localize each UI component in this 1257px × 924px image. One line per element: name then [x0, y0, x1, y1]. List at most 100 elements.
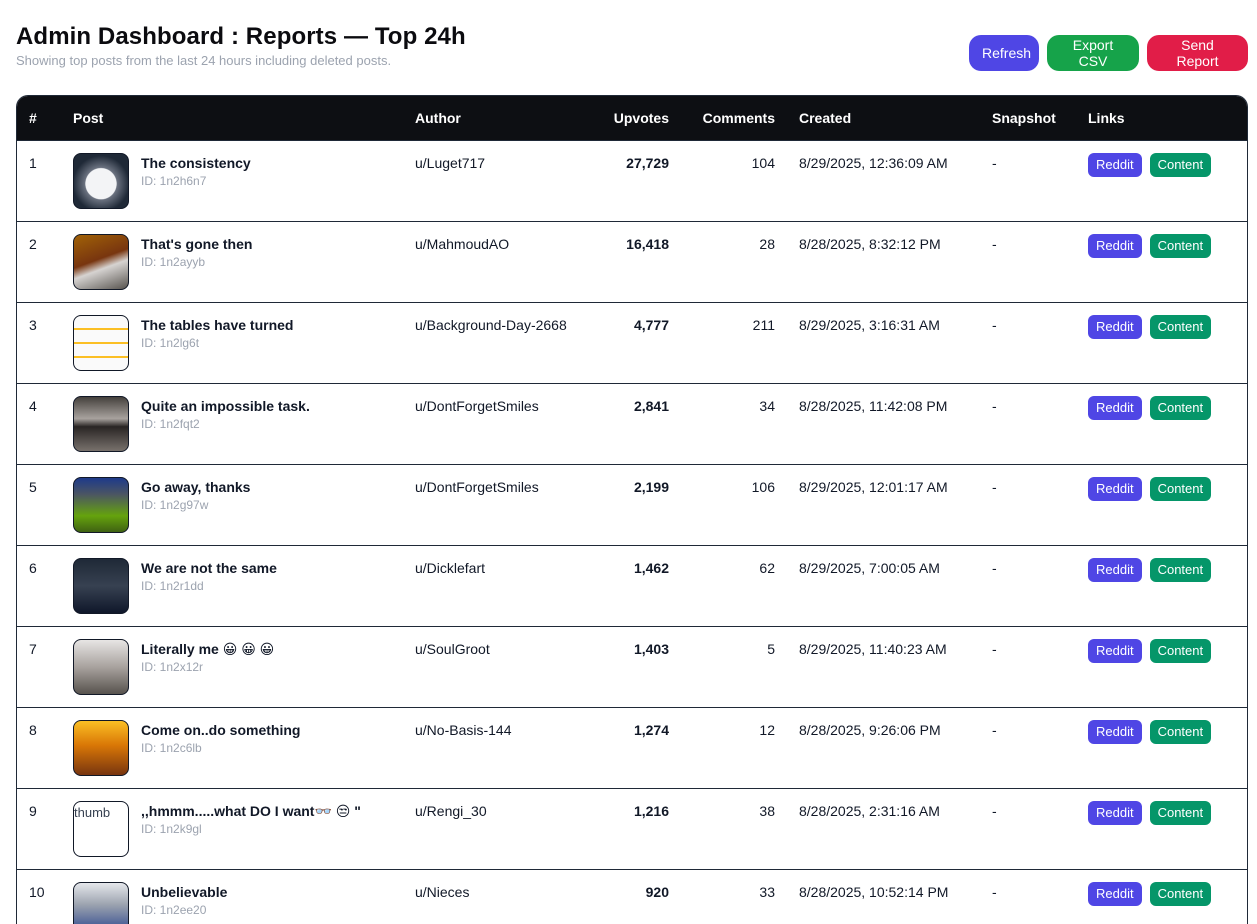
reddit-link-button[interactable]: Reddit [1088, 152, 1142, 177]
send-report-button[interactable]: Send Report [1147, 35, 1248, 71]
post-thumbnail-image[interactable] [73, 638, 129, 695]
upvotes-cell: 2,841 [633, 397, 669, 414]
snapshot-cell: - [992, 883, 997, 900]
comments-cell: 34 [759, 397, 775, 414]
reddit-link-button[interactable]: Reddit [1088, 233, 1142, 258]
post-id: ID: 1n2c6lb [141, 740, 202, 755]
content-link-button[interactable]: Content [1149, 719, 1212, 744]
author-cell: u/Nieces [415, 883, 470, 900]
content-link-button[interactable]: Content [1149, 881, 1212, 906]
reddit-link-button[interactable]: Reddit [1088, 881, 1142, 906]
created-cell: 8/29/2025, 3:16:31 AM [799, 316, 940, 333]
content-link-button[interactable]: Content [1149, 638, 1212, 663]
post-cell: The tables have turned ID: 1n2lg6t [61, 302, 403, 383]
table-row: 7 Literally me 😀 😀 😀 ID: 1n2x12r u/SoulG… [17, 626, 1247, 707]
created-cell: 8/29/2025, 11:40:23 AM [799, 640, 947, 657]
table-row: 8 Come on..do something ID: 1n2c6lb u/No… [17, 707, 1247, 788]
post-id: ID: 1n2x12r [141, 659, 204, 674]
header-actions: Refresh Export CSV Send Report [969, 35, 1248, 71]
reddit-link-button[interactable]: Reddit [1088, 395, 1142, 420]
post-id: ID: 1n2h6n7 [141, 173, 207, 188]
table-header-row: # Post Author Upvotes Comments Created S… [17, 96, 1247, 140]
broken-thumbnail-image[interactable]: thumb [73, 800, 129, 857]
comments-cell: 106 [751, 478, 775, 495]
upvotes-cell: 1,274 [633, 721, 669, 738]
upvotes-cell: 16,418 [626, 235, 669, 252]
snapshot-cell: - [992, 235, 997, 252]
post-title: Come on..do something [141, 721, 301, 738]
rank-cell: 2 [29, 235, 37, 252]
snapshot-cell: - [992, 559, 997, 576]
snapshot-cell: - [992, 478, 997, 495]
post-cell: Come on..do something ID: 1n2c6lb [61, 707, 403, 788]
author-cell: u/No-Basis-144 [415, 721, 512, 738]
created-cell: 8/28/2025, 10:52:14 PM [799, 883, 949, 900]
created-cell: 8/28/2025, 11:42:08 PM [799, 397, 948, 414]
table-row: 3 The tables have turned ID: 1n2lg6t u/B… [17, 302, 1247, 383]
comments-cell: 5 [767, 640, 775, 657]
upvotes-cell: 4,777 [633, 316, 669, 333]
author-cell: u/DontForgetSmiles [415, 478, 539, 495]
export-csv-button[interactable]: Export CSV [1047, 35, 1139, 71]
content-link-button[interactable]: Content [1149, 152, 1212, 177]
reddit-link-button[interactable]: Reddit [1088, 476, 1142, 501]
author-cell: u/SoulGroot [415, 640, 490, 657]
post-thumbnail-image[interactable] [73, 152, 129, 209]
links-cell: Reddit Content [1076, 707, 1247, 788]
reddit-link-button[interactable]: Reddit [1088, 314, 1142, 339]
column-header-snapshot: Snapshot [992, 109, 1056, 126]
comments-cell: 104 [751, 154, 775, 171]
comments-cell: 33 [759, 883, 775, 900]
reddit-link-button[interactable]: Reddit [1088, 800, 1142, 825]
created-cell: 8/28/2025, 2:31:16 AM [799, 802, 940, 819]
reddit-link-button[interactable]: Reddit [1088, 557, 1142, 582]
created-cell: 8/29/2025, 12:01:17 AM [799, 478, 948, 495]
content-link-button[interactable]: Content [1149, 476, 1212, 501]
column-header-upvotes: Upvotes [613, 109, 669, 126]
post-cell: Unbelievable ID: 1n2ee20 [61, 869, 403, 924]
post-id: ID: 1n2lg6t [141, 335, 200, 350]
post-thumbnail-image[interactable] [73, 719, 129, 776]
post-cell: The consistency ID: 1n2h6n7 [61, 140, 403, 221]
post-title: The consistency [141, 154, 251, 171]
table-row: 10 Unbelievable ID: 1n2ee20 u/Nieces 920… [17, 869, 1247, 924]
comments-cell: 62 [759, 559, 775, 576]
created-cell: 8/29/2025, 7:00:05 AM [799, 559, 940, 576]
content-link-button[interactable]: Content [1149, 395, 1212, 420]
post-thumbnail-image[interactable] [73, 395, 129, 452]
snapshot-cell: - [992, 397, 997, 414]
post-title: Go away, thanks [141, 478, 251, 495]
content-link-button[interactable]: Content [1149, 800, 1212, 825]
content-link-button[interactable]: Content [1149, 557, 1212, 582]
table-row: 5 Go away, thanks ID: 1n2g97w u/DontForg… [17, 464, 1247, 545]
upvotes-cell: 1,462 [633, 559, 669, 576]
links-cell: Reddit Content [1076, 626, 1247, 707]
post-thumbnail-image[interactable] [73, 314, 129, 371]
post-cell: Literally me 😀 😀 😀 ID: 1n2x12r [61, 626, 403, 707]
post-id: ID: 1n2r1dd [141, 578, 204, 593]
page-header: Admin Dashboard : Reports — Top 24h Show… [16, 22, 466, 68]
rank-cell: 5 [29, 478, 37, 495]
links-cell: Reddit Content [1076, 869, 1247, 924]
post-id: ID: 1n2g97w [141, 497, 209, 512]
post-cell: That's gone then ID: 1n2ayyb [61, 221, 403, 302]
table-row: 9 thumb ,,hmmm.....what DO I want👓 😒 " I… [17, 788, 1247, 869]
column-header-created: Created [799, 109, 852, 126]
content-link-button[interactable]: Content [1149, 233, 1212, 258]
reports-table: # Post Author Upvotes Comments Created S… [16, 95, 1248, 924]
rank-cell: 10 [29, 883, 45, 900]
post-title: Literally me 😀 😀 😀 [141, 640, 275, 657]
snapshot-cell: - [992, 154, 997, 171]
post-thumbnail-image[interactable] [73, 233, 129, 290]
post-thumbnail-image[interactable] [73, 881, 129, 924]
rank-cell: 4 [29, 397, 37, 414]
rank-cell: 6 [29, 559, 37, 576]
refresh-button[interactable]: Refresh [969, 35, 1039, 71]
reddit-link-button[interactable]: Reddit [1088, 638, 1142, 663]
comments-cell: 28 [759, 235, 775, 252]
post-thumbnail-image[interactable] [73, 476, 129, 533]
reddit-link-button[interactable]: Reddit [1088, 719, 1142, 744]
links-cell: Reddit Content [1076, 545, 1247, 626]
post-thumbnail-image[interactable] [73, 557, 129, 614]
content-link-button[interactable]: Content [1149, 314, 1212, 339]
